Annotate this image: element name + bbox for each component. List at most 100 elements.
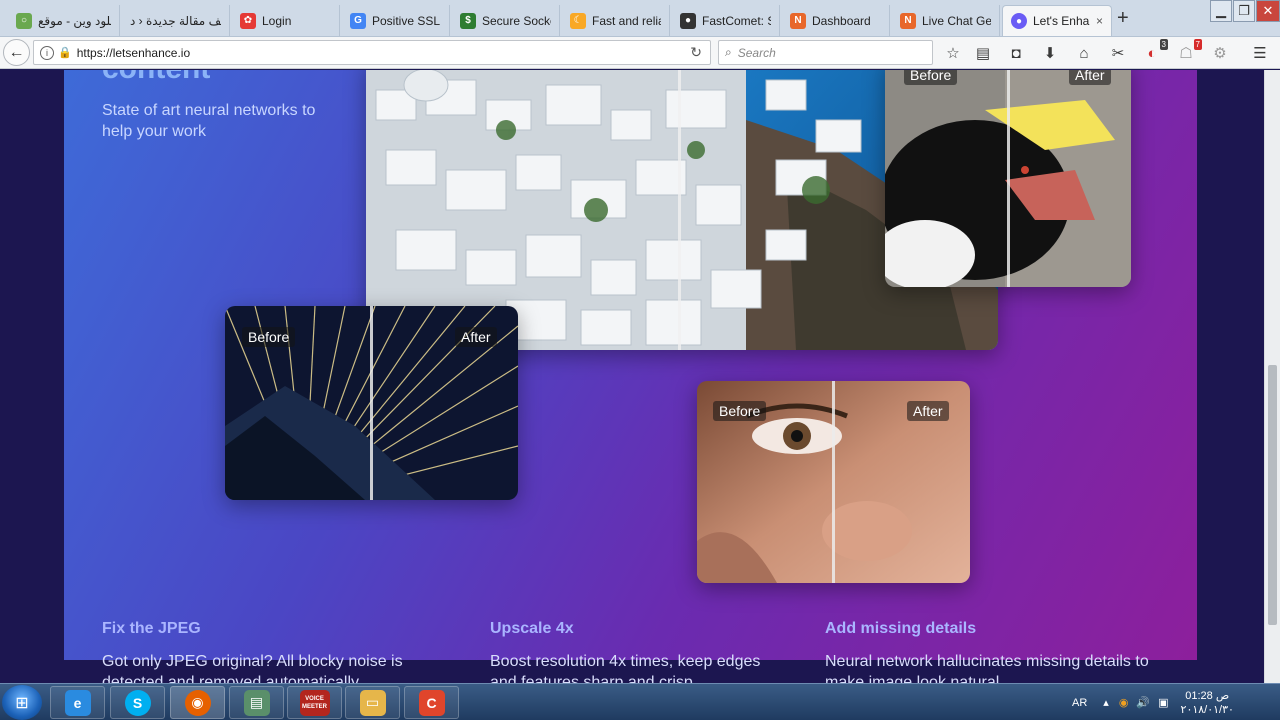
minimize-button[interactable]: ▁: [1210, 0, 1232, 22]
network-icon[interactable]: ▣: [1158, 696, 1168, 709]
browser-tab-strip: ○ داونلود وين - موقع أضف مقالة جديدة ‹ د…: [0, 0, 1280, 37]
tab-active-letsenhance[interactable]: ● Let's Enhan ×: [1002, 5, 1112, 36]
tab-3[interactable]: ✿ Login: [232, 5, 340, 36]
screenshot-icon[interactable]: ✂: [1107, 42, 1129, 64]
comparison-divider[interactable]: [1007, 70, 1010, 287]
home-icon[interactable]: ⌂: [1073, 42, 1095, 64]
hero-subtitle: State of art neural networks to help you…: [102, 102, 316, 140]
tab-title: Login: [262, 13, 292, 28]
after-label: After: [907, 401, 949, 421]
system-tray: AR ▴ ◉ 🔊 ▣ 01:28 ص ٢٠١٨/٠١/٣٠: [1072, 684, 1234, 720]
download-icon[interactable]: ⬇: [1039, 42, 1061, 64]
tray-expand-icon[interactable]: ▴: [1103, 696, 1109, 709]
tab-2[interactable]: أضف مقالة جديدة ‹ د: [122, 5, 230, 36]
feature-title: Add missing details: [825, 620, 977, 637]
before-label: Before: [713, 401, 767, 421]
google-icon: G: [350, 12, 366, 29]
dollar-icon: $: [460, 12, 476, 29]
reading-list-icon[interactable]: ▤: [972, 42, 994, 64]
feature-title: Fix the JPEG: [102, 620, 201, 637]
url-bar[interactable]: i 🔒 https://letsenhance.io ↻: [33, 40, 711, 65]
tab-6[interactable]: ☾ Fast and reliab: [562, 5, 670, 36]
dashboard-icon: N: [790, 12, 806, 29]
tab-4[interactable]: G Positive SSL -: [342, 5, 450, 36]
tab-1[interactable]: ○ داونلود وين - موقع: [8, 5, 120, 36]
extension-gear-icon[interactable]: ⚙: [1209, 42, 1231, 64]
taskbar-internet-explorer[interactable]: e: [50, 686, 105, 719]
after-label: After: [455, 327, 497, 347]
search-icon: ⌕: [725, 45, 732, 59]
tab-title: أضف مقالة جديدة ‹ د: [130, 13, 221, 28]
comparison-divider[interactable]: [832, 381, 835, 583]
feature-description: Boost resolution 4x times, keep edges an…: [490, 653, 761, 683]
language-indicator[interactable]: AR: [1072, 697, 1087, 709]
volume-icon[interactable]: 🔊: [1136, 696, 1150, 709]
tab-5[interactable]: $ Secure Socket: [452, 5, 560, 36]
clock[interactable]: 01:28 ص ٢٠١٨/٠١/٣٠: [1181, 689, 1234, 717]
tray-app-icon[interactable]: ◉: [1119, 696, 1129, 709]
folder-icon: ▭: [359, 689, 386, 716]
taskbar-voicemeeter[interactable]: VOICE MEETER: [287, 686, 342, 719]
firefox-icon: ◉: [184, 689, 211, 716]
notepad-icon: ▤: [243, 689, 270, 716]
start-button[interactable]: ⊞: [2, 685, 42, 720]
url-text[interactable]: https://letsenhance.io: [77, 46, 190, 60]
moon-icon: ☾: [570, 12, 586, 29]
huawei-icon: ✿: [240, 12, 256, 29]
taskbar-firefox[interactable]: ◉: [170, 686, 225, 719]
close-tab-icon[interactable]: ×: [1096, 14, 1103, 28]
maximize-button[interactable]: ❐: [1233, 0, 1255, 22]
windows-logo-icon: ⊞: [15, 694, 29, 712]
notification-count-badge: 7: [1193, 39, 1202, 50]
feature-description: Neural network hallucinates missing deta…: [825, 653, 1149, 683]
notification-icon[interactable]: ☖ 7: [1175, 39, 1202, 64]
adblock-icon[interactable]: ◐ 3: [1141, 39, 1168, 64]
comparison-divider[interactable]: [370, 306, 373, 500]
bookmark-star-icon[interactable]: ☆: [942, 42, 964, 64]
penguin-image-card: Before After: [885, 70, 1131, 287]
tab-title: Let's Enhan: [1033, 14, 1090, 28]
menu-hamburger-icon[interactable]: ☰: [1249, 42, 1271, 64]
fastcomet-icon: ●: [680, 12, 696, 29]
livechat-icon: N: [900, 12, 916, 29]
taskbar-file-explorer[interactable]: ▭: [345, 686, 400, 719]
tab-7[interactable]: ● FastComet: SS: [672, 5, 780, 36]
tab-1-favicon-icon: ○: [16, 12, 32, 29]
clock-time: 01:28 ص: [1185, 689, 1230, 702]
lock-icon: 🔒: [58, 47, 72, 59]
back-button[interactable]: ←: [3, 39, 30, 66]
new-tab-button[interactable]: +: [1117, 8, 1129, 28]
tab-title: Live Chat Gen: [922, 13, 991, 28]
voicemeeter-icon: VOICE MEETER: [299, 689, 330, 716]
scrollbar-thumb[interactable]: [1268, 365, 1277, 625]
after-label: After: [1069, 70, 1111, 85]
search-placeholder: Search: [737, 45, 776, 60]
taskbar-skype[interactable]: S: [110, 686, 165, 719]
back-arrow-icon: ←: [8, 43, 25, 61]
tab-title: Secure Socket: [482, 13, 551, 28]
hero-title: content: [102, 70, 210, 86]
taskbar-notepad[interactable]: ▤: [229, 686, 284, 719]
pocket-icon[interactable]: ◘: [1005, 42, 1027, 64]
before-label: Before: [904, 70, 958, 85]
feature-title: Upscale 4x: [490, 620, 574, 637]
page-scrollbar[interactable]: [1264, 70, 1280, 683]
search-input[interactable]: ⌕ Search: [718, 40, 933, 65]
architecture-image-card: Before After: [225, 306, 518, 500]
before-label: Before: [242, 327, 296, 347]
tab-title: Fast and reliab: [592, 13, 661, 28]
tab-9[interactable]: N Live Chat Gen: [892, 5, 1000, 36]
tab-title: Dashboard: [812, 13, 871, 28]
adblock-count-badge: 3: [1159, 39, 1168, 50]
feature-description: Got only JPEG original? All blocky noise…: [102, 653, 403, 683]
internet-explorer-icon: e: [64, 689, 91, 716]
tab-title: Positive SSL -: [372, 13, 441, 28]
reload-icon[interactable]: ↻: [690, 44, 702, 61]
close-window-button[interactable]: ✕: [1256, 0, 1280, 22]
taskbar-camtasia[interactable]: C: [404, 686, 459, 719]
windows-taskbar: ⊞ e S ◉ ▤ VOICE MEETER ▭ C AR ▴ ◉ 🔊 ▣ 01…: [0, 683, 1280, 720]
hero-section: content State of art neural networks to …: [64, 70, 1197, 683]
tab-8[interactable]: N Dashboard: [782, 5, 890, 36]
tab-title: FastComet: SS: [702, 13, 771, 28]
info-icon[interactable]: i: [40, 45, 54, 60]
